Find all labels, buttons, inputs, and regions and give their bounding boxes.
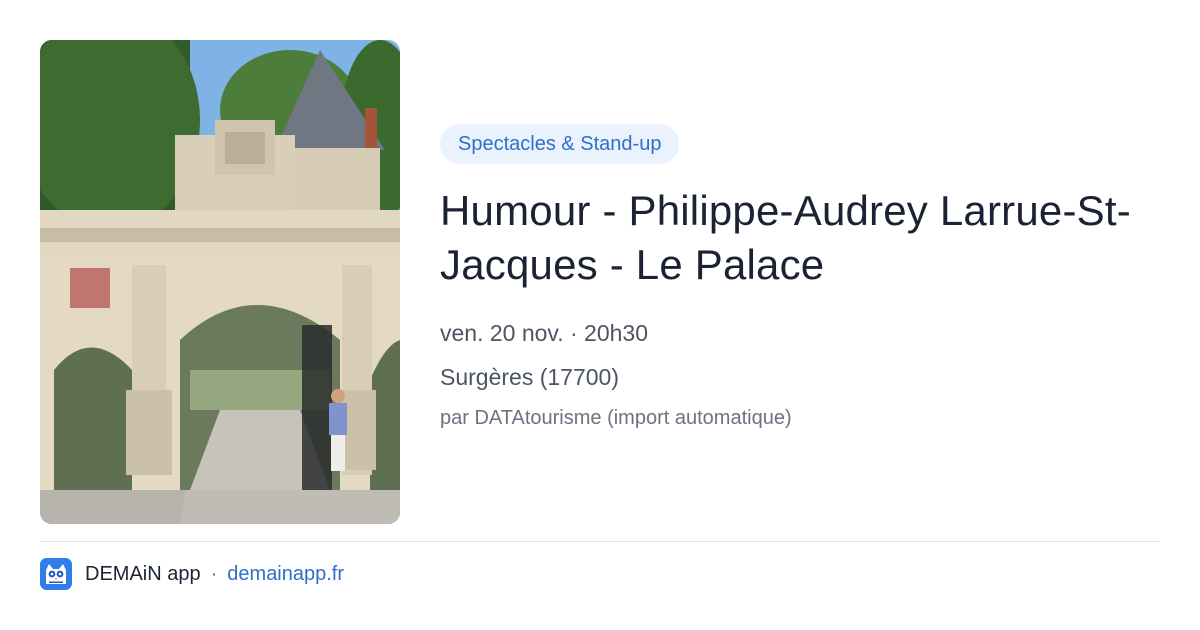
event-title: Humour - Philippe-Audrey Larrue-St-Jacqu… [440, 187, 1131, 288]
event-datetime: ven. 20 nov. · 20h30 [440, 320, 648, 346]
event-info: Spectacles & Stand-up Humour - Philippe-… [440, 124, 1160, 432]
footer-divider [40, 541, 1160, 542]
event-location: Surgères (17700) [440, 364, 619, 390]
app-name: DEMAiN app [85, 562, 201, 585]
footer: DEMAiN app · demainapp.fr [40, 558, 344, 590]
event-source: par DATAtourisme (import automatique) [440, 407, 792, 429]
category-badge[interactable]: Spectacles & Stand-up [440, 124, 680, 164]
event-photo [40, 40, 400, 524]
owl-icon [40, 558, 72, 590]
footer-separator: · [210, 562, 218, 585]
app-domain-link[interactable]: demainapp.fr [227, 563, 344, 586]
